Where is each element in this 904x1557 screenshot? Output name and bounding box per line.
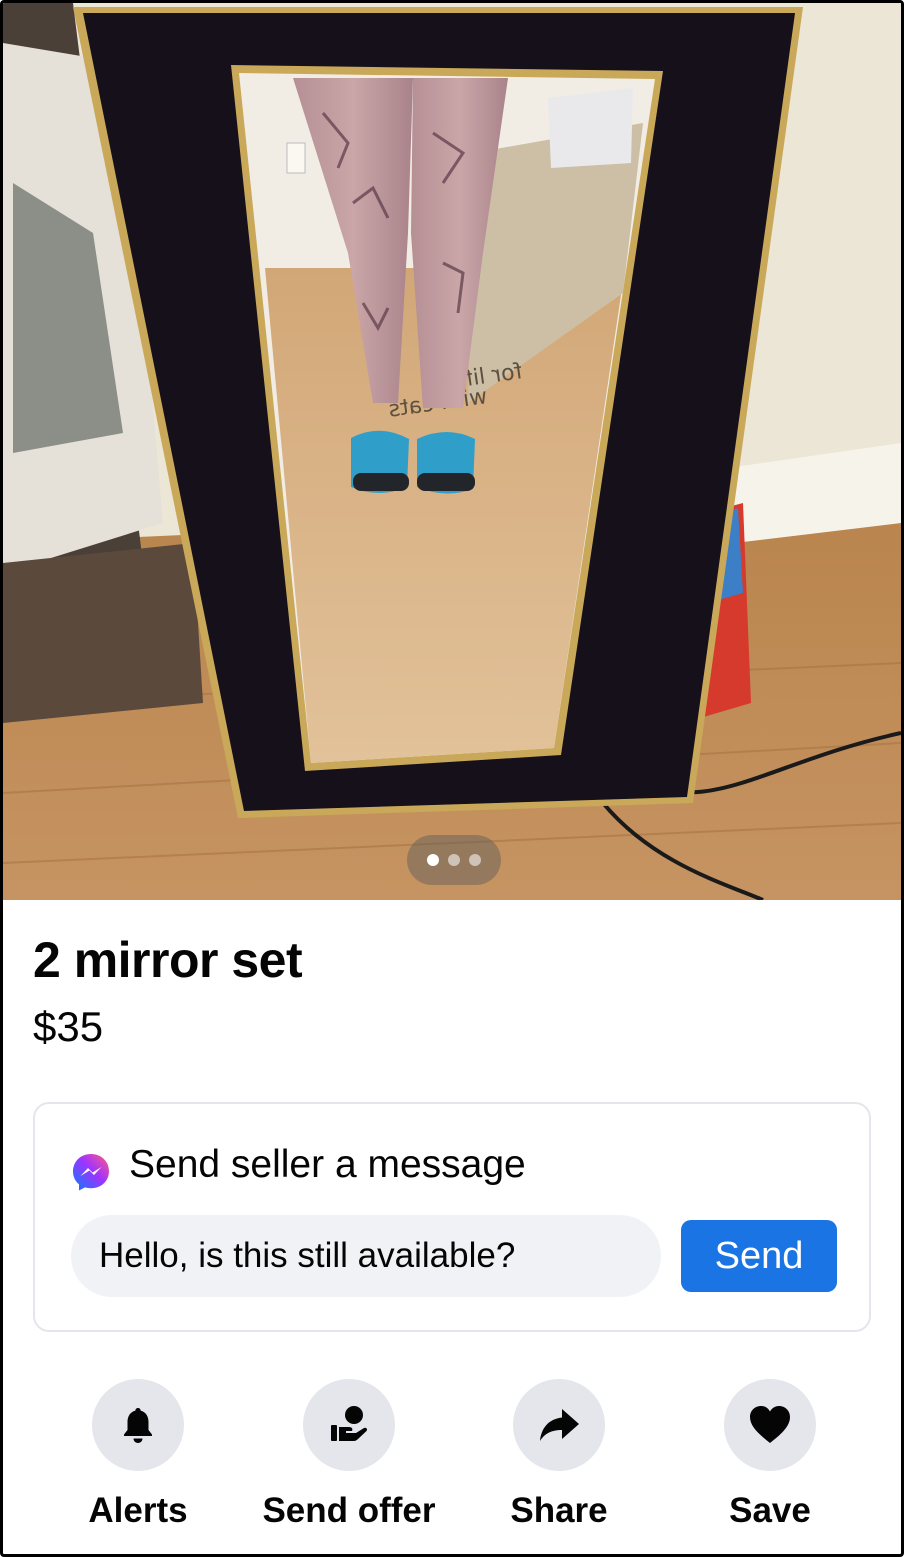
- listing-photo-illustration: for life with cats: [3, 3, 901, 900]
- send-seller-message-card: Send seller a message Send: [33, 1102, 871, 1332]
- listing-price: $35: [33, 1003, 104, 1050]
- share-icon-circle[interactable]: [513, 1379, 605, 1471]
- alerts-button[interactable]: Alerts: [38, 1379, 238, 1539]
- save-icon-circle[interactable]: [724, 1379, 816, 1471]
- image-pager[interactable]: [407, 835, 501, 885]
- pager-dot-2[interactable]: [448, 854, 460, 866]
- send-offer-label: Send offer: [262, 1491, 436, 1530]
- offer-hand-icon: [331, 1406, 368, 1441]
- messenger-icon: [73, 1154, 109, 1191]
- heart-icon: [750, 1406, 790, 1443]
- pager-dot-3[interactable]: [469, 854, 481, 866]
- alerts-label: Alerts: [88, 1491, 188, 1530]
- message-input[interactable]: [71, 1215, 661, 1297]
- card-heading: Send seller a message: [129, 1143, 526, 1186]
- action-row: Alerts Send offer Share Save: [3, 1379, 901, 1539]
- send-button[interactable]: Send: [681, 1220, 837, 1292]
- card-header: Send seller a message: [71, 1138, 526, 1192]
- send-offer-icon-circle[interactable]: [303, 1379, 395, 1471]
- listing-photo[interactable]: for life with cats: [3, 3, 901, 900]
- share-label: Share: [510, 1491, 608, 1530]
- save-button[interactable]: Save: [670, 1379, 870, 1539]
- send-offer-button[interactable]: Send offer: [249, 1379, 449, 1539]
- listing-title: 2 mirror set: [33, 932, 303, 988]
- bell-icon: [124, 1408, 152, 1443]
- marketplace-listing-screen: for life with cats: [0, 0, 904, 1557]
- share-button[interactable]: Share: [459, 1379, 659, 1539]
- share-arrow-icon: [540, 1409, 579, 1441]
- pager-dot-1[interactable]: [427, 854, 439, 866]
- alerts-icon-circle[interactable]: [92, 1379, 184, 1471]
- save-label: Save: [729, 1491, 811, 1530]
